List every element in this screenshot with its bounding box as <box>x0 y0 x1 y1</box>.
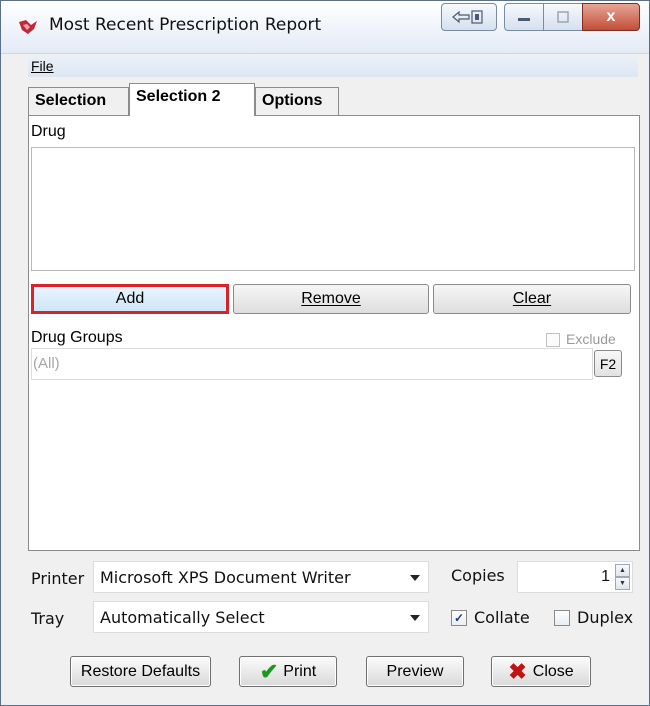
exclude-label: Exclude <box>566 331 616 347</box>
menu-file[interactable]: File <box>31 58 54 74</box>
exclude-checkbox[interactable] <box>546 333 560 347</box>
duplex-checkbox[interactable] <box>554 610 570 626</box>
drug-groups-label: Drug Groups <box>31 329 123 346</box>
remove-label: Remove <box>301 290 361 307</box>
app-logo-icon <box>19 20 37 34</box>
report-window: Most Recent Prescription Report x File S… <box>0 0 650 706</box>
clear-label: Clear <box>512 290 552 307</box>
close-icon: x <box>606 8 616 25</box>
duplex-label: Duplex <box>577 608 634 627</box>
close-label: Close <box>532 662 574 680</box>
minimize-icon <box>518 18 530 21</box>
clear-drugs-button[interactable]: Clear <box>433 284 631 314</box>
copies-label: Copies <box>451 566 505 585</box>
window-title: Most Recent Prescription Report <box>49 15 322 35</box>
print-label: Print <box>283 662 317 680</box>
copies-value: 1 <box>601 568 610 585</box>
maximize-button[interactable] <box>543 3 583 31</box>
menu-bar: File <box>28 55 638 77</box>
preview-label: Preview <box>386 662 444 680</box>
close-button[interactable]: ✖ Close <box>491 656 591 687</box>
preview-button[interactable]: Preview <box>366 656 464 687</box>
drug-label: Drug <box>31 123 66 140</box>
minimize-button[interactable] <box>504 3 544 31</box>
checkmark-icon: ✔ <box>259 658 279 684</box>
collate-label: Collate <box>474 608 530 627</box>
printer-label: Printer <box>31 569 85 588</box>
drug-groups-value: (All) <box>33 355 60 372</box>
collate-checkbox[interactable]: ✓ <box>451 610 467 626</box>
printer-select[interactable]: Microsoft XPS Document Writer <box>93 561 429 593</box>
maximize-icon <box>557 11 569 23</box>
drug-groups-field[interactable] <box>31 348 593 380</box>
drug-list[interactable] <box>31 147 635 271</box>
arrows-icon <box>452 10 483 24</box>
drug-groups-lookup-button[interactable]: F2 <box>594 350 622 377</box>
restore-window-button[interactable] <box>441 3 497 31</box>
print-button[interactable]: ✔ Print <box>239 656 337 687</box>
tab-options[interactable]: Options <box>255 87 339 115</box>
close-window-button[interactable]: x <box>582 3 640 31</box>
tab-selection[interactable]: Selection <box>28 87 129 115</box>
copies-up-icon[interactable]: ▲ <box>615 564 630 577</box>
copies-down-icon[interactable]: ▼ <box>615 577 630 590</box>
copies-stepper[interactable]: 1 ▲ ▼ <box>517 561 633 593</box>
printer-value: Microsoft XPS Document Writer <box>100 568 351 587</box>
title-bar[interactable]: Most Recent Prescription Report x <box>1 1 649 54</box>
dropdown-arrow-icon <box>410 575 420 581</box>
remove-drug-button[interactable]: Remove <box>233 284 429 314</box>
tray-value: Automatically Select <box>100 608 265 627</box>
restore-defaults-label: Restore Defaults <box>80 662 201 680</box>
add-drug-button[interactable]: Add <box>31 284 229 314</box>
tray-label: Tray <box>31 609 65 628</box>
restore-defaults-button[interactable]: Restore Defaults <box>70 656 211 687</box>
close-x-icon: ✖ <box>508 658 527 684</box>
tray-select[interactable]: Automatically Select <box>93 601 429 633</box>
tab-selection-2[interactable]: Selection 2 <box>129 83 255 116</box>
dropdown-arrow-icon <box>410 615 420 621</box>
